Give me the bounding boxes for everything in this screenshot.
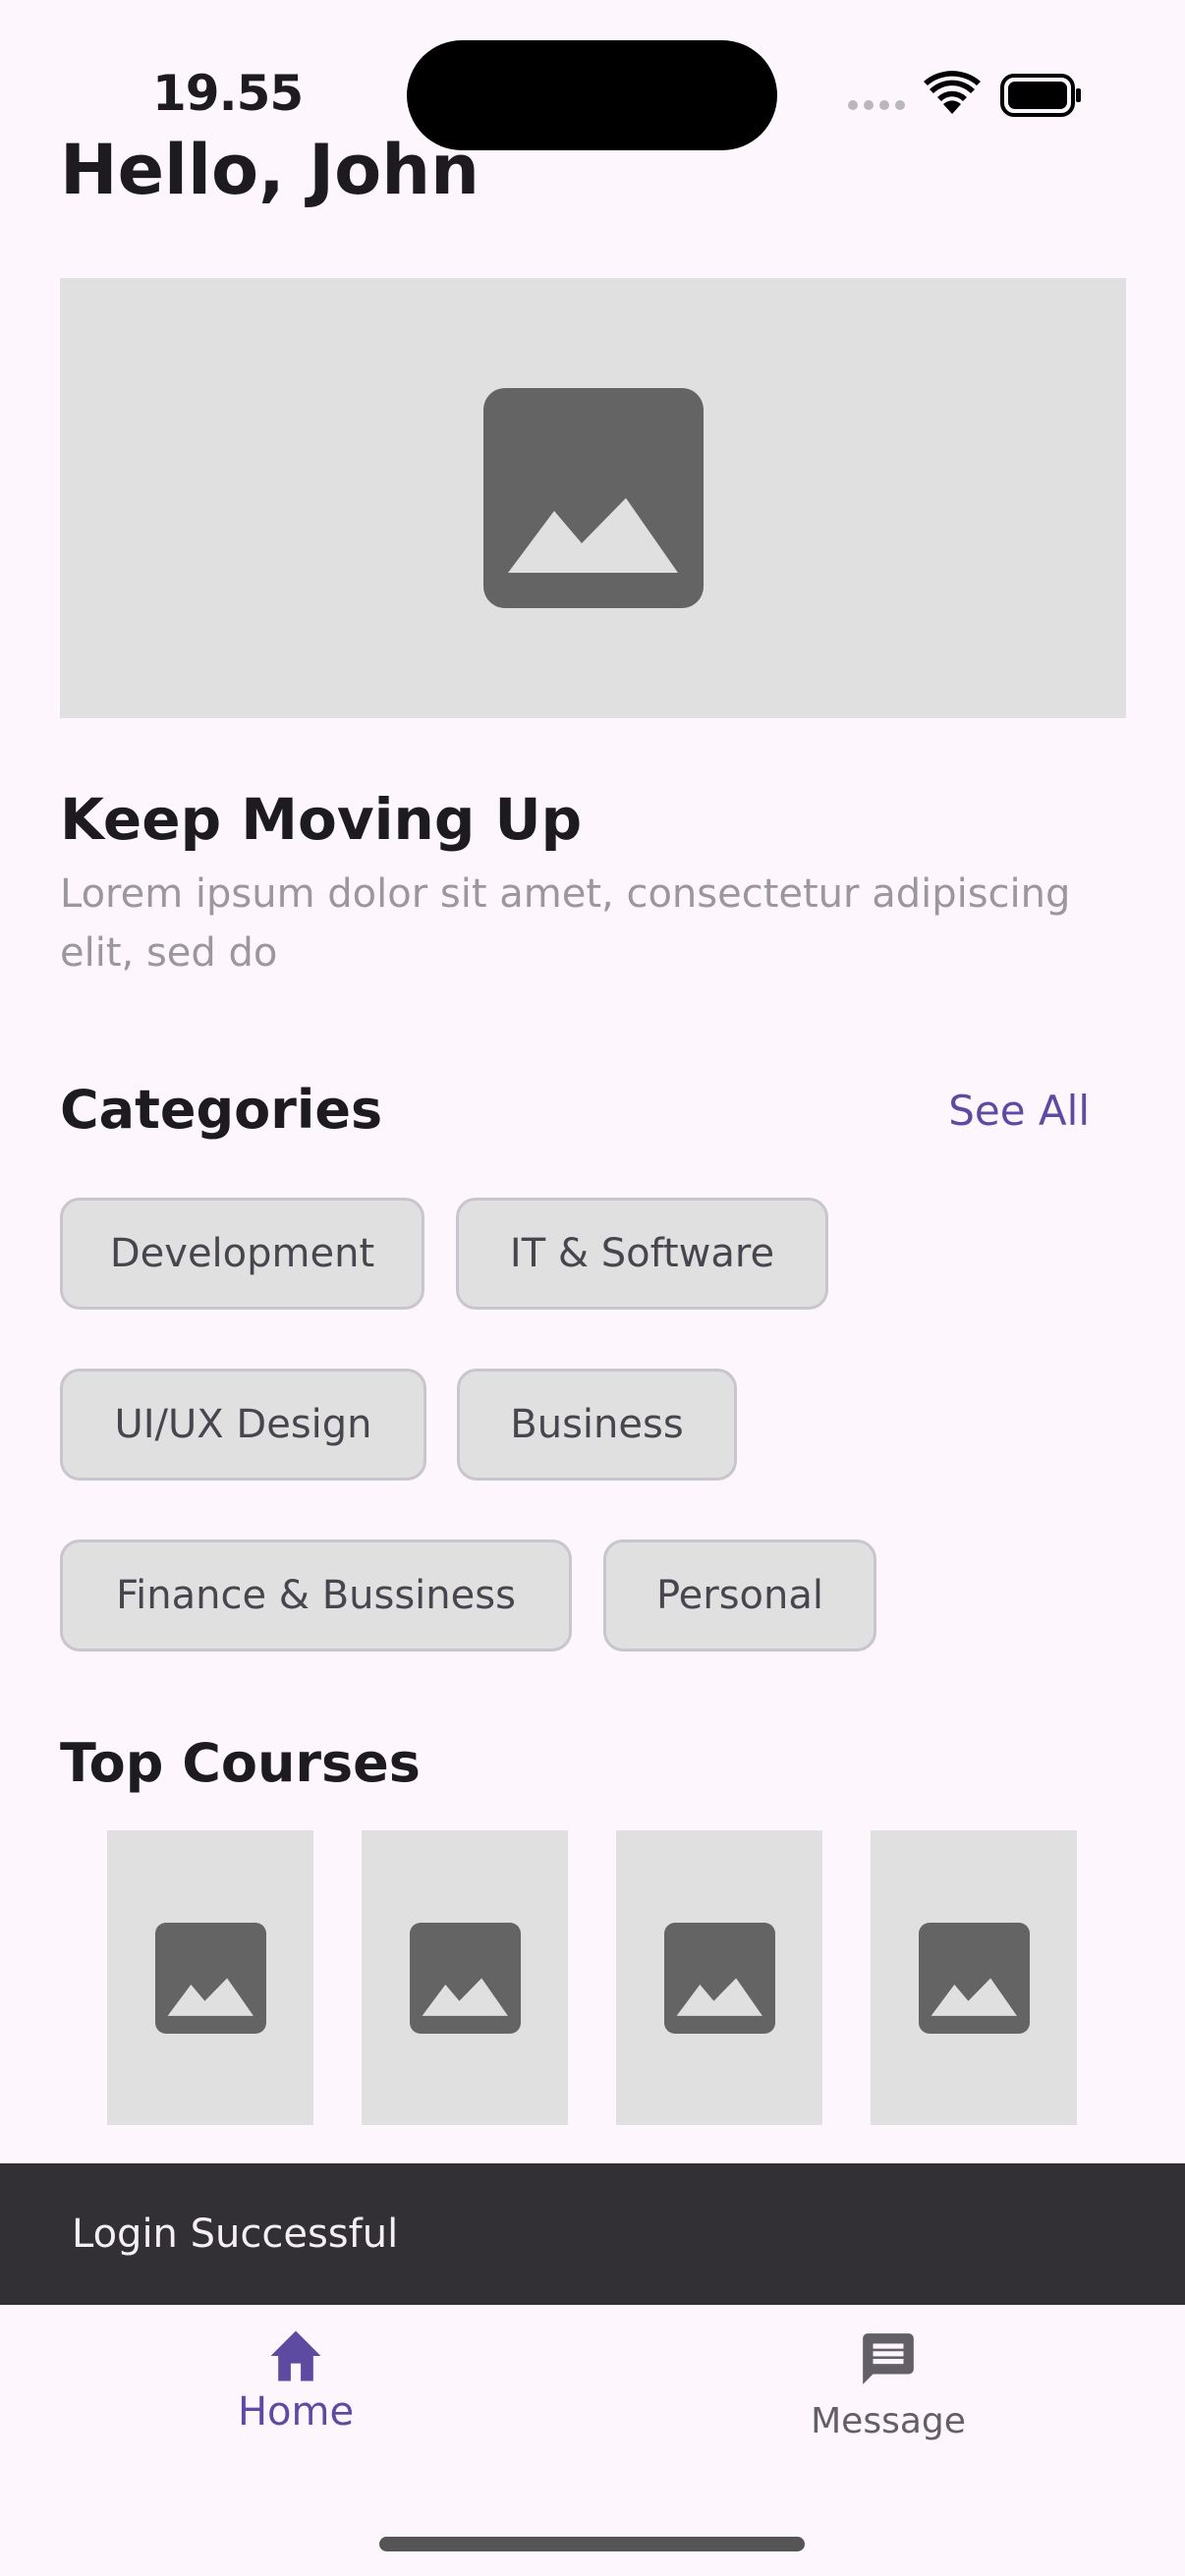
hero-image xyxy=(60,278,1126,718)
wifi-icon xyxy=(924,71,981,114)
image-placeholder-icon xyxy=(154,1922,266,2034)
course-card[interactable] xyxy=(616,1830,822,2125)
image-placeholder-icon xyxy=(663,1922,775,2034)
category-chip-uiux-design[interactable]: UI/UX Design xyxy=(60,1369,426,1481)
image-placeholder-icon xyxy=(409,1922,521,2034)
see-all-link[interactable]: See All xyxy=(948,1087,1090,1135)
course-card[interactable] xyxy=(871,1830,1077,2125)
home-indicator[interactable] xyxy=(379,2537,805,2551)
status-time: 19.55 xyxy=(152,65,304,122)
nav-label-message: Message xyxy=(811,2401,966,2441)
home-icon xyxy=(270,2330,321,2381)
category-chip-finance-business[interactable]: Finance & Bussiness xyxy=(60,1540,572,1652)
categories-title: Categories xyxy=(60,1079,383,1141)
category-chip-development[interactable]: Development xyxy=(60,1198,424,1310)
message-icon xyxy=(863,2333,914,2384)
nav-item-home[interactable]: Home xyxy=(148,2328,443,2435)
image-placeholder-icon xyxy=(482,388,704,608)
snackbar: Login Successful xyxy=(0,2163,1185,2305)
category-chip-business[interactable]: Business xyxy=(457,1369,737,1481)
home-screen: 19.55 Hello, John Keep Moving Up Lorem i… xyxy=(0,0,1185,2576)
top-courses-title: Top Courses xyxy=(60,1732,421,1794)
hero-title: Keep Moving Up xyxy=(60,786,583,853)
greeting-title: Hello, John xyxy=(60,130,480,210)
nav-label-home: Home xyxy=(237,2389,355,2435)
nav-item-message[interactable]: Message xyxy=(741,2328,1036,2441)
image-placeholder-icon xyxy=(918,1922,1030,2034)
snackbar-message: Login Successful xyxy=(72,2212,399,2257)
course-card[interactable] xyxy=(107,1830,313,2125)
bottom-navigation: Home Message xyxy=(0,2305,1185,2576)
category-chip-personal[interactable]: Personal xyxy=(603,1540,876,1652)
battery-icon xyxy=(1000,74,1081,117)
course-card[interactable] xyxy=(362,1830,568,2125)
hero-subtitle: Lorem ipsum dolor sit amet, consectetur … xyxy=(60,871,1071,976)
cellular-signal-icon xyxy=(848,100,905,110)
category-chip-it-software[interactable]: IT & Software xyxy=(456,1198,828,1310)
